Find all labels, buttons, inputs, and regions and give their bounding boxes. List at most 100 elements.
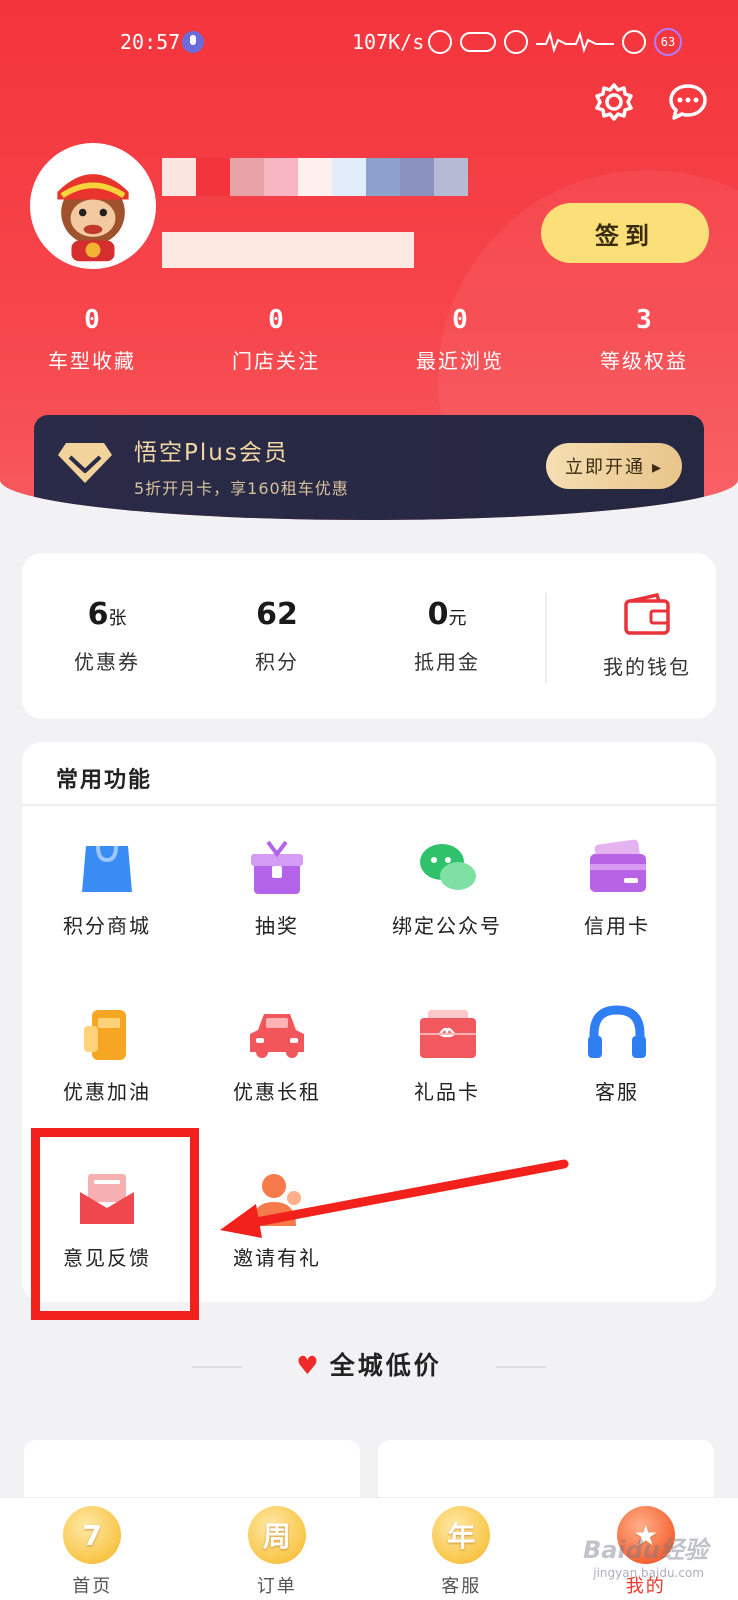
watermark-url: jingyan.baidu.com bbox=[593, 1566, 704, 1580]
stat-favorites[interactable]: 0 车型收藏 bbox=[0, 305, 184, 374]
wallet-value: 6张 bbox=[22, 597, 192, 632]
function-label: 优惠长租 bbox=[233, 1080, 321, 1104]
status-time: 20:57 bbox=[120, 30, 181, 54]
function-label: 信用卡 bbox=[584, 914, 650, 938]
wechat-icon bbox=[416, 838, 478, 896]
plus-membership-banner[interactable]: 悟空Plus会员 5折开月卡，享160租车优惠 立即开通 ▸ bbox=[34, 415, 704, 520]
coupons-label: 优惠券 bbox=[74, 650, 140, 674]
wallet-value: 62 bbox=[192, 597, 362, 632]
function-gift-card[interactable]: 礼品卡 bbox=[362, 1004, 532, 1105]
tab-orders[interactable]: 周 订单 bbox=[185, 1498, 370, 1600]
watermark-logo: Baidu经验 bbox=[583, 1536, 708, 1564]
profile-header: 20:57 107K/s 63 签到 0 车型收藏 0 门店关注 0 最近浏览 … bbox=[0, 0, 738, 520]
stat-label: 等级权益 bbox=[600, 349, 688, 373]
bluetooth-icon bbox=[428, 30, 452, 54]
plus-subtitle: 5折开月卡，享160租车优惠 bbox=[134, 479, 349, 498]
alarm-icon bbox=[504, 30, 528, 54]
section-heading: 常用功能 bbox=[56, 768, 153, 793]
header-actions bbox=[594, 82, 708, 122]
signal-hd-icon bbox=[536, 30, 614, 54]
link-icon bbox=[460, 32, 496, 52]
my-wallet-label: 我的钱包 bbox=[603, 655, 691, 679]
section-title-text: 全城低价 bbox=[329, 1351, 442, 1380]
divider bbox=[545, 593, 547, 683]
function-lottery[interactable]: 抽奖 bbox=[192, 838, 362, 939]
pointer-arrow bbox=[220, 1159, 569, 1238]
avatar[interactable] bbox=[30, 143, 156, 269]
battery-indicator: 63 bbox=[654, 28, 682, 56]
username-mosaic bbox=[162, 158, 484, 196]
function-points-mall[interactable]: 积分商城 bbox=[22, 838, 192, 939]
wallet-icon bbox=[623, 592, 671, 637]
car-icon bbox=[246, 1004, 308, 1062]
stat-label: 车型收藏 bbox=[48, 349, 136, 373]
heart-status-icon bbox=[622, 30, 646, 54]
status-icons: 63 bbox=[428, 28, 682, 56]
divider bbox=[22, 804, 716, 806]
shopping-bag-icon bbox=[76, 838, 138, 896]
stat-value: 0 bbox=[84, 305, 100, 335]
section-title: ♥ 全城低价 bbox=[0, 1346, 738, 1382]
voucher-unit: 元 bbox=[448, 608, 467, 629]
heart-icon: ♥ bbox=[296, 1351, 322, 1380]
tab-label: 首页 bbox=[72, 1576, 113, 1597]
stat-level-benefits[interactable]: 3 等级权益 bbox=[552, 305, 736, 374]
tab-label: 客服 bbox=[441, 1576, 482, 1597]
tab-service[interactable]: 年 客服 bbox=[369, 1498, 554, 1600]
function-label: 优惠加油 bbox=[63, 1080, 151, 1104]
stat-value: 0 bbox=[268, 305, 284, 335]
function-label: 绑定公众号 bbox=[392, 914, 502, 938]
function-label: 礼品卡 bbox=[414, 1080, 480, 1104]
voucher-amount: 0 bbox=[427, 597, 449, 632]
function-label: 邀请有礼 bbox=[233, 1246, 321, 1270]
stat-followed-stores[interactable]: 0 门店关注 bbox=[184, 305, 368, 374]
status-bar: 20:57 107K/s 63 bbox=[0, 26, 738, 60]
points-label: 积分 bbox=[255, 650, 299, 674]
plus-title: 悟空Plus会员 bbox=[134, 440, 289, 466]
function-bind-wechat[interactable]: 绑定公众号 bbox=[362, 838, 532, 939]
divider bbox=[496, 1366, 546, 1368]
coupons-unit: 张 bbox=[108, 608, 127, 629]
coupons-item[interactable]: 6张 优惠券 bbox=[22, 597, 192, 675]
tab-service-icon: 年 bbox=[432, 1506, 491, 1564]
tab-home-icon: 7 bbox=[63, 1506, 122, 1564]
voucher-label: 抵用金 bbox=[414, 650, 480, 674]
function-long-term-rental[interactable]: 优惠长租 bbox=[192, 1004, 362, 1105]
activate-plus-button[interactable]: 立即开通 ▸ bbox=[546, 443, 682, 489]
feedback-highlight-box bbox=[31, 1128, 199, 1320]
microphone-icon bbox=[182, 31, 204, 53]
stat-value: 3 bbox=[636, 305, 652, 335]
function-label: 客服 bbox=[595, 1080, 639, 1104]
diamond-icon bbox=[56, 439, 114, 487]
function-customer-service[interactable]: 客服 bbox=[532, 1004, 702, 1105]
tab-orders-icon: 周 bbox=[247, 1506, 306, 1564]
stat-label: 最近浏览 bbox=[416, 349, 504, 373]
tab-label: 订单 bbox=[256, 1576, 297, 1597]
coupons-count: 6 bbox=[87, 597, 109, 632]
function-label: 抽奖 bbox=[255, 914, 299, 938]
checkin-button[interactable]: 签到 bbox=[541, 203, 709, 263]
profile-stats: 0 车型收藏 0 门店关注 0 最近浏览 3 等级权益 bbox=[0, 305, 738, 374]
fuel-pump-icon bbox=[76, 1004, 138, 1062]
stat-label: 门店关注 bbox=[232, 349, 320, 373]
stat-value: 0 bbox=[452, 305, 468, 335]
stat-recent-views[interactable]: 0 最近浏览 bbox=[368, 305, 552, 374]
points-count: 62 bbox=[256, 597, 298, 632]
credit-card-icon bbox=[586, 838, 648, 896]
user-id-mosaic bbox=[162, 232, 414, 268]
gear-icon[interactable] bbox=[594, 82, 634, 122]
tab-home[interactable]: 7 首页 bbox=[0, 1498, 185, 1600]
wallet-summary-card: 6张 优惠券 62 积分 0元 抵用金 我的钱包 bbox=[22, 553, 716, 719]
voucher-balance-item[interactable]: 0元 抵用金 bbox=[362, 597, 532, 675]
gift-box-icon bbox=[246, 838, 308, 896]
my-wallet-button[interactable]: 我的钱包 bbox=[582, 592, 712, 680]
function-credit-card[interactable]: 信用卡 bbox=[532, 838, 702, 939]
gift-card-icon bbox=[416, 1004, 478, 1062]
chat-icon[interactable] bbox=[668, 82, 708, 122]
headset-icon bbox=[586, 1004, 648, 1062]
points-item[interactable]: 62 积分 bbox=[192, 597, 362, 675]
network-speed: 107K/s bbox=[352, 30, 425, 54]
wallet-value: 0元 bbox=[362, 597, 532, 632]
function-label: 积分商城 bbox=[63, 914, 151, 938]
function-fuel-discount[interactable]: 优惠加油 bbox=[22, 1004, 192, 1105]
